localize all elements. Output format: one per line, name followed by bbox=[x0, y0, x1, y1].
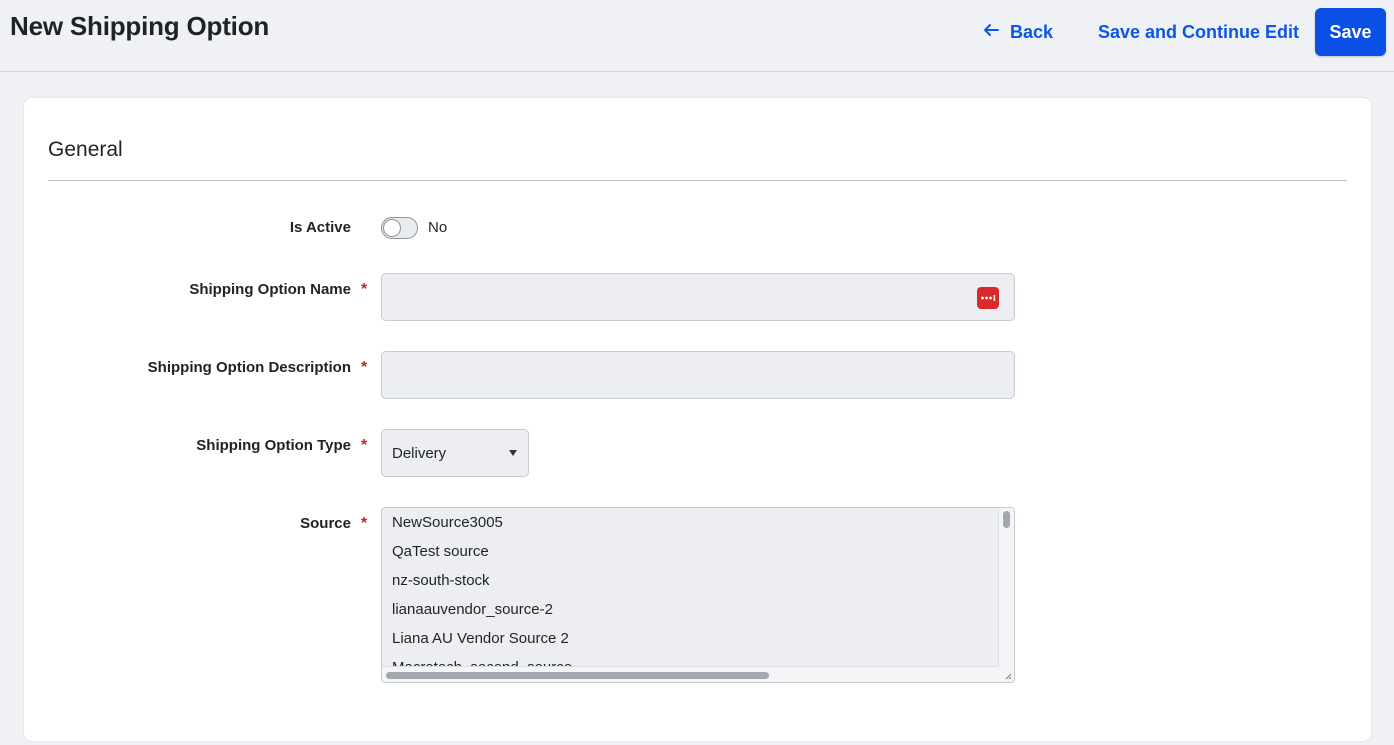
page-title: New Shipping Option bbox=[10, 11, 270, 41]
required-indicator: * bbox=[361, 437, 368, 454]
required-indicator: * bbox=[361, 515, 368, 532]
back-button[interactable]: Back bbox=[982, 20, 1053, 44]
selected-value: Delivery bbox=[392, 445, 447, 462]
arrow-left-icon bbox=[982, 21, 1000, 44]
is-active-toggle[interactable] bbox=[381, 217, 418, 239]
vertical-scrollbar[interactable] bbox=[998, 508, 1014, 667]
section-title: General bbox=[48, 138, 123, 161]
is-active-state: No bbox=[428, 219, 448, 236]
list-item[interactable]: QaTest source bbox=[392, 543, 489, 560]
save-and-continue-edit-button[interactable]: Save and Continue Edit bbox=[1098, 20, 1299, 44]
shipping-option-description-input[interactable] bbox=[381, 351, 1015, 399]
list-item[interactable]: lianaauvendor_source-2 bbox=[392, 601, 553, 618]
horizontal-scrollbar[interactable] bbox=[382, 666, 999, 682]
list-item[interactable]: nz-south-stock bbox=[392, 572, 490, 589]
save-button[interactable]: Save bbox=[1315, 8, 1386, 56]
resize-handle-icon[interactable] bbox=[998, 666, 1014, 682]
source-options: NewSource3005 QaTest source nz-south-sto… bbox=[382, 508, 999, 667]
required-indicator: * bbox=[361, 359, 368, 376]
list-item[interactable]: NewSource3005 bbox=[392, 514, 503, 531]
source-multiselect[interactable]: NewSource3005 QaTest source nz-south-sto… bbox=[381, 507, 1015, 683]
caret-down-icon bbox=[509, 450, 517, 456]
scrollbar-thumb[interactable] bbox=[386, 672, 769, 679]
back-label: Back bbox=[1010, 21, 1054, 42]
shipping-option-name-label: Shipping Option Name bbox=[189, 281, 351, 298]
source-label: Source bbox=[300, 515, 351, 532]
password-manager-icon[interactable] bbox=[977, 287, 999, 309]
list-item[interactable]: Liana AU Vendor Source 2 bbox=[392, 630, 569, 647]
general-card: General Is Active No Shipping Option Nam… bbox=[24, 98, 1371, 741]
shipping-option-type-select[interactable]: Delivery bbox=[381, 429, 529, 477]
required-indicator: * bbox=[361, 281, 368, 298]
is-active-label: Is Active bbox=[289, 219, 351, 236]
shipping-option-name-input[interactable] bbox=[381, 273, 1015, 321]
shipping-option-type-label: Shipping Option Type bbox=[196, 437, 351, 454]
page-header: New Shipping Option Back Save and Contin… bbox=[0, 0, 1394, 72]
shipping-option-description-label: Shipping Option Description bbox=[147, 359, 351, 376]
scrollbar-thumb[interactable] bbox=[1003, 511, 1010, 528]
section-divider bbox=[48, 180, 1347, 181]
toggle-knob bbox=[383, 219, 401, 237]
